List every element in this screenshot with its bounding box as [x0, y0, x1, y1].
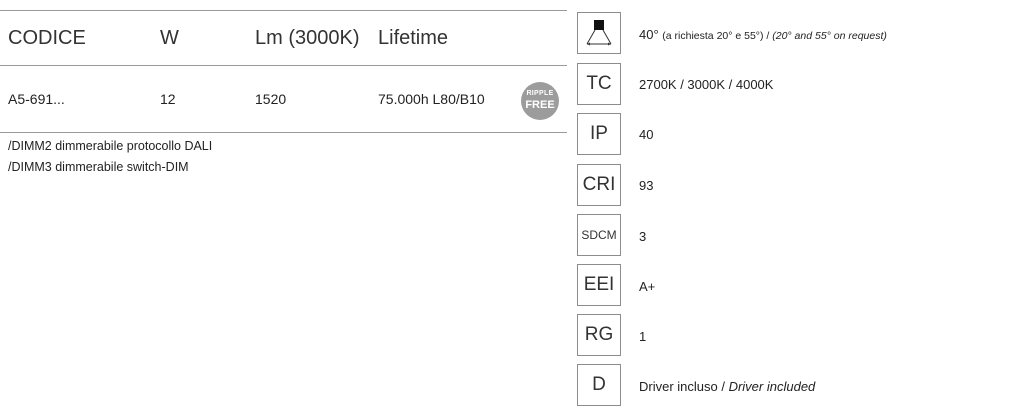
beam-angle-degrees: 40° [639, 27, 659, 42]
cri-box: CRI [577, 164, 621, 206]
beam-angle-box [577, 12, 621, 54]
badge-top-text: RIPPLE [526, 90, 554, 97]
table-top-rule [0, 10, 567, 11]
cell-lifetime: 75.000h L80/B10 [378, 91, 485, 107]
driver-value-it: Driver incluso / [639, 379, 729, 394]
cell-lumen: 1520 [255, 91, 287, 107]
header-rule [0, 65, 567, 66]
header-lumen: Lm (3000K) [255, 27, 360, 49]
cell-watt: 12 [160, 91, 176, 107]
beam-angle-icon [586, 20, 612, 46]
row-rule [0, 132, 567, 133]
sdcm-box: SDCM [577, 214, 621, 256]
driver-value-en: Driver included [728, 379, 816, 394]
driver-box: D [577, 364, 621, 406]
cell-code: A5-691... [8, 91, 65, 107]
beam-angle-value: 40° (a richiesta 20° e 55°) / (20° and 5… [639, 27, 887, 42]
ripple-free-badge: RIPPLE FREE [521, 82, 559, 120]
rg-value: 1 [639, 329, 647, 344]
tc-value: 2700K / 3000K / 4000K [639, 77, 774, 92]
badge-bottom-text: FREE [525, 99, 555, 111]
eei-box: EEI [577, 264, 621, 306]
driver-value: Driver incluso / Driver included [639, 379, 815, 394]
ip-box: IP [577, 113, 621, 155]
note-dimm3: /DIMM3 dimmerabile switch-DIM [8, 160, 189, 174]
cri-value: 93 [639, 178, 654, 193]
beam-angle-request-it: (a richiesta 20° e 55°) / [662, 30, 773, 42]
beam-angle-request-en: (20° and 55° on request) [772, 30, 887, 42]
header-lifetime: Lifetime [378, 27, 449, 49]
sdcm-value: 3 [639, 229, 647, 244]
eei-value: A+ [639, 279, 656, 294]
note-dimm2: /DIMM2 dimmerabile protocollo DALI [8, 139, 213, 153]
header-watt: W [160, 27, 179, 49]
rg-box: RG [577, 314, 621, 356]
tc-box: TC [577, 63, 621, 105]
header-codice: CODICE [8, 27, 86, 49]
ip-value: 40 [639, 127, 654, 142]
